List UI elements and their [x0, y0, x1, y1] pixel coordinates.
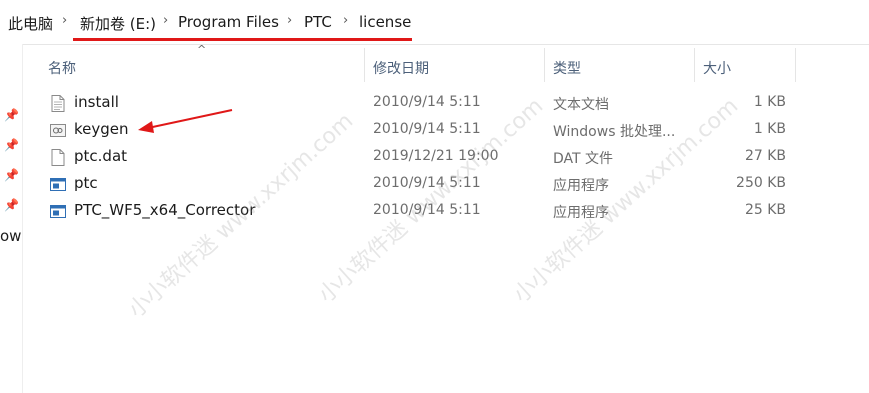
file-size: 1 KB [753, 94, 786, 110]
column-header-name[interactable]: 名称 [48, 58, 76, 78]
breadcrumb-chevron-icon[interactable]: › [163, 13, 168, 28]
breadcrumb-this-pc[interactable]: 此电脑 [8, 13, 53, 34]
breadcrumb-ptc[interactable]: PTC [304, 13, 332, 31]
file-row-ptc-dat[interactable]: ptc.dat 2019/12/21 19:00 DAT 文件 27 KB [40, 144, 796, 171]
file-name[interactable]: PTC_WF5_x64_Corrector [74, 201, 255, 219]
batch-file-icon [50, 124, 66, 137]
column-divider[interactable] [694, 48, 695, 82]
text-document-icon [51, 95, 65, 112]
breadcrumb-program-files[interactable]: Program Files [178, 13, 279, 31]
file-row-keygen[interactable]: keygen 2010/9/14 5:11 Windows 批处理... 1 K… [40, 117, 796, 144]
annotation-underline [73, 38, 412, 41]
column-divider[interactable] [364, 48, 365, 82]
application-icon [50, 178, 66, 191]
file-date: 2010/9/14 5:11 [373, 202, 481, 218]
file-row-ptc-wf5-corrector[interactable]: PTC_WF5_x64_Corrector 2010/9/14 5:11 应用程… [40, 198, 796, 225]
generic-file-icon [51, 149, 65, 166]
breadcrumb-chevron-icon[interactable]: › [343, 13, 348, 28]
column-header-date[interactable]: 修改日期 [373, 58, 429, 78]
file-name[interactable]: ptc.dat [74, 147, 127, 165]
column-header-size[interactable]: 大小 [703, 58, 731, 78]
file-size: 25 KB [744, 202, 786, 218]
pin-icon[interactable]: 📌 [4, 168, 19, 182]
file-date: 2010/9/14 5:11 [373, 175, 481, 191]
file-size: 27 KB [744, 148, 786, 164]
file-size: 1 KB [753, 121, 786, 137]
file-type: DAT 文件 [553, 151, 614, 167]
breadcrumb-chevron-icon[interactable]: › [287, 13, 292, 28]
pin-icon[interactable]: 📌 [4, 138, 19, 152]
column-divider[interactable] [795, 48, 796, 82]
column-divider[interactable] [544, 48, 545, 82]
file-type: Windows 批处理... [553, 124, 676, 140]
file-type: 应用程序 [553, 178, 609, 194]
sort-ascending-icon: ^ [197, 43, 207, 56]
file-date: 2010/9/14 5:11 [373, 94, 481, 110]
breadcrumb-chevron-icon[interactable]: › [62, 13, 67, 28]
file-row-ptc[interactable]: ptc 2010/9/14 5:11 应用程序 250 KB [40, 171, 796, 198]
file-date: 2019/12/21 19:00 [373, 148, 499, 164]
file-name[interactable]: install [74, 93, 119, 111]
breadcrumb-drive-e[interactable]: 新加卷 (E:) [80, 13, 156, 34]
nav-item-label[interactable]: ow [0, 227, 21, 245]
file-size: 250 KB [736, 175, 786, 191]
file-name[interactable]: ptc [74, 174, 98, 192]
navigation-pane[interactable]: 📌 📌 📌 📌 ow [0, 44, 23, 393]
file-type: 文本文档 [553, 97, 609, 113]
pin-icon[interactable]: 📌 [4, 198, 19, 212]
pin-icon[interactable]: 📌 [4, 108, 19, 122]
breadcrumb-license[interactable]: license [359, 13, 411, 31]
file-row-install[interactable]: install 2010/9/14 5:11 文本文档 1 KB [40, 90, 796, 117]
file-type: 应用程序 [553, 205, 609, 221]
address-bar[interactable]: 此电脑 › 新加卷 (E:) › Program Files › PTC › l… [0, 0, 869, 45]
application-icon [50, 205, 66, 218]
column-header-type[interactable]: 类型 [553, 58, 581, 78]
file-date: 2010/9/14 5:11 [373, 121, 481, 137]
file-name[interactable]: keygen [74, 120, 129, 138]
